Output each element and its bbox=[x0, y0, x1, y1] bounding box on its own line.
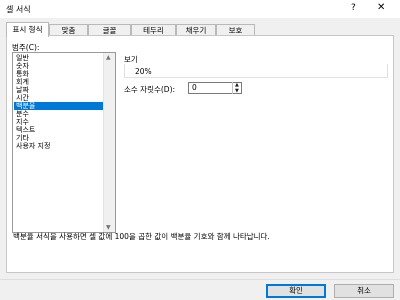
format-description: 백분율 서식을 사용하면 셀 값에 100을 곱한 값이 백분율 기호와 함께 … bbox=[13, 232, 270, 241]
decimal-places-label: 소수 자릿수(D): bbox=[124, 85, 176, 94]
tab-alignment[interactable]: 맞춤 bbox=[49, 24, 88, 35]
title-bar: 셀 서식 ? ✕ bbox=[0, 0, 400, 18]
tab-fill[interactable]: 채우기 bbox=[176, 24, 216, 35]
category-item-text[interactable]: 텍스트 bbox=[14, 126, 105, 134]
category-item-special[interactable]: 기타 bbox=[14, 134, 105, 142]
window-title: 셀 서식 bbox=[6, 5, 31, 14]
category-item-date[interactable]: 날짜 bbox=[14, 86, 105, 94]
category-scrollbar[interactable]: ▲ ▼ bbox=[103, 53, 115, 232]
scroll-up-icon[interactable]: ▲ bbox=[106, 54, 111, 61]
number-format-panel: 범주(C): 일반 숫자 통화 회계 날짜 시간 백분율 분수 지수 텍스트 기… bbox=[6, 35, 394, 273]
tab-font[interactable]: 글꼴 bbox=[88, 24, 131, 35]
decimal-places-spinner[interactable]: ▲ ▼ bbox=[232, 82, 243, 94]
footer-divider bbox=[0, 279, 400, 280]
category-item-currency[interactable]: 통화 bbox=[14, 70, 105, 78]
close-icon[interactable]: ✕ bbox=[377, 2, 385, 13]
sample-value: 20% bbox=[135, 67, 152, 76]
category-item-number[interactable]: 숫자 bbox=[14, 62, 105, 70]
category-item-general[interactable]: 일반 bbox=[14, 54, 105, 62]
category-item-accounting[interactable]: 회계 bbox=[14, 78, 105, 86]
scroll-down-icon[interactable]: ▼ bbox=[106, 224, 111, 231]
spin-down-icon[interactable]: ▼ bbox=[235, 88, 239, 94]
sample-box bbox=[124, 64, 388, 78]
category-item-percentage[interactable]: 백분율 bbox=[14, 102, 105, 110]
cancel-button[interactable]: 취소 bbox=[334, 284, 394, 298]
tab-protection[interactable]: 보호 bbox=[216, 24, 255, 35]
tab-border[interactable]: 테두리 bbox=[131, 24, 176, 35]
category-item-custom[interactable]: 사용자 지정 bbox=[14, 142, 105, 150]
ok-button[interactable]: 확인 bbox=[266, 284, 326, 298]
category-item-time[interactable]: 시간 bbox=[14, 94, 105, 102]
category-item-fraction[interactable]: 분수 bbox=[14, 110, 105, 118]
category-list[interactable]: 일반 숫자 통화 회계 날짜 시간 백분율 분수 지수 텍스트 기타 사용자 지… bbox=[12, 52, 116, 233]
tab-number-format[interactable]: 표시 형식 bbox=[6, 22, 49, 37]
category-item-scientific[interactable]: 지수 bbox=[14, 118, 105, 126]
help-icon[interactable]: ? bbox=[351, 3, 356, 13]
